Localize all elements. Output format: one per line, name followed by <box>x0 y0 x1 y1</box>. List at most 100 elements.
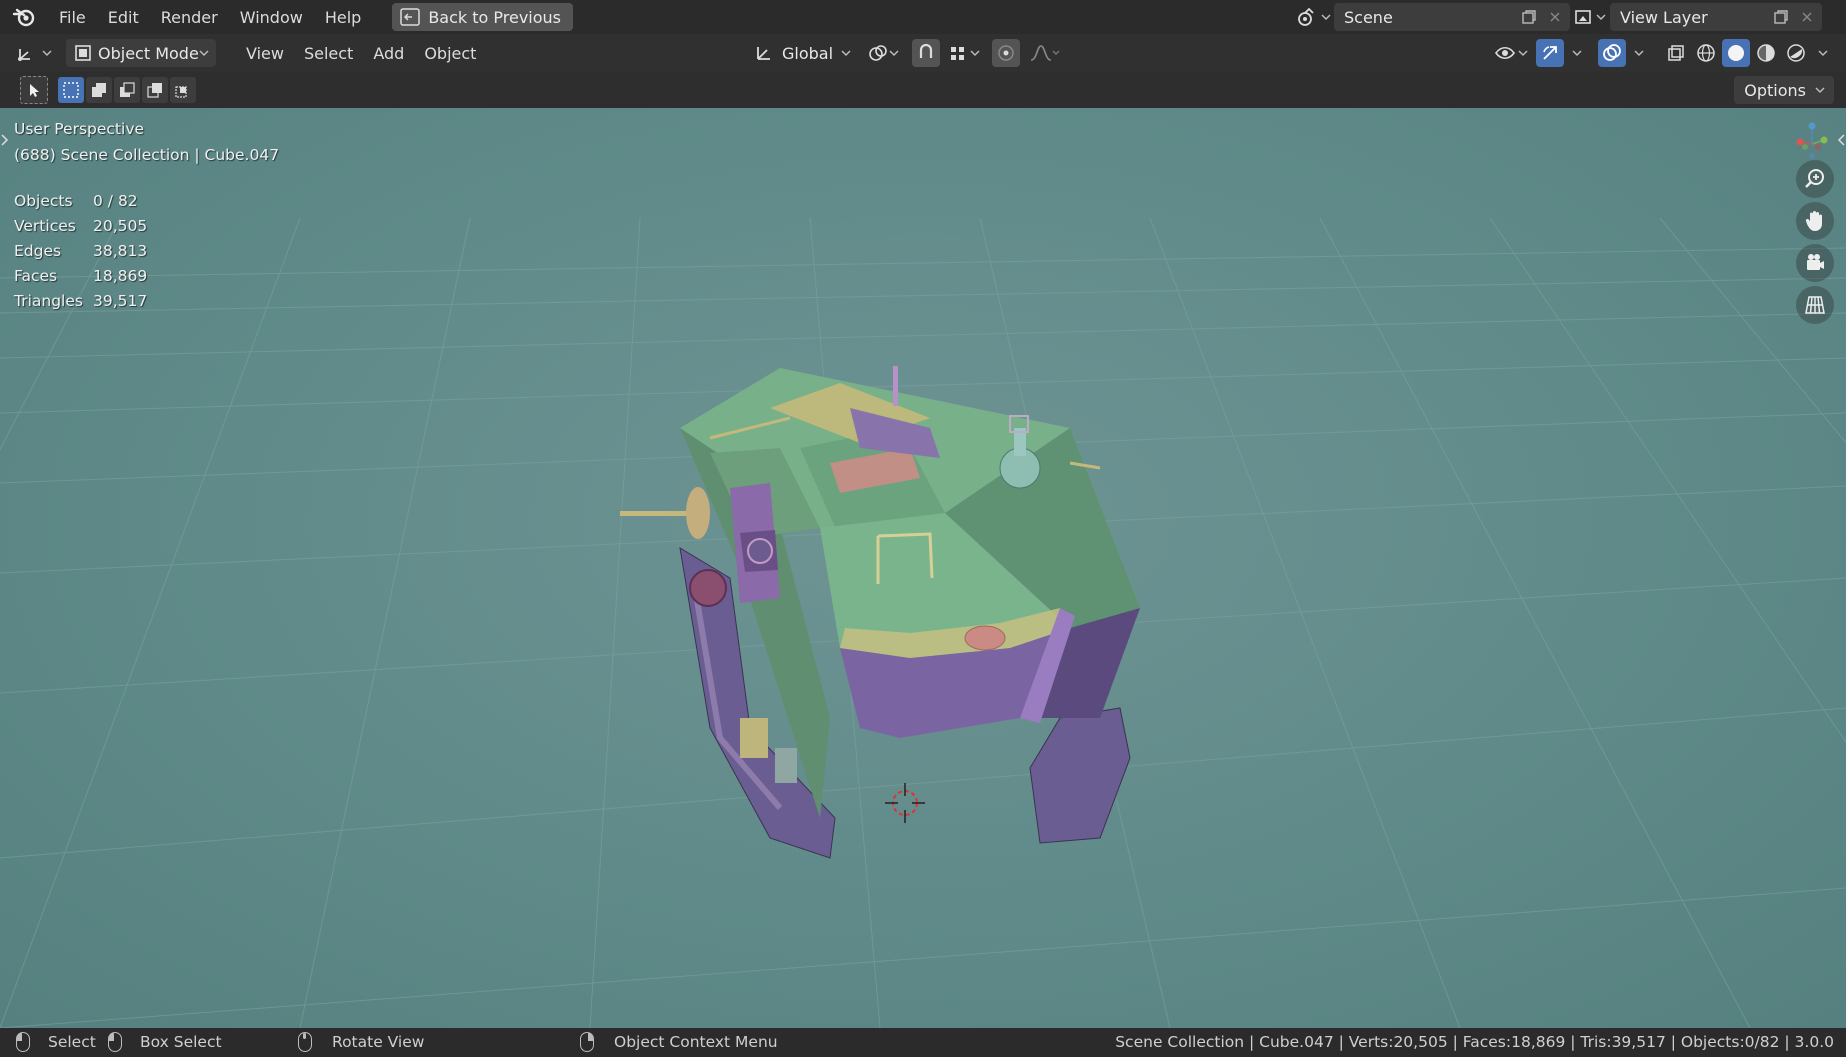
zoom-icon <box>1805 169 1824 188</box>
select-new-icon <box>63 82 79 98</box>
solid-shading-button[interactable] <box>1722 39 1750 67</box>
overlay-toggle[interactable] <box>1598 39 1626 67</box>
status-context-menu-label: Object Context Menu <box>614 1033 778 1051</box>
status-box-select-label: Box Select <box>140 1033 222 1051</box>
status-rotate-hint: Rotate View <box>298 1032 424 1052</box>
3d-cursor-icon <box>885 783 925 823</box>
stat-value: 39,517 <box>93 291 148 310</box>
menu-window[interactable]: Window <box>229 2 314 32</box>
snap-icon <box>919 43 933 58</box>
gizmo-icon <box>1543 46 1557 60</box>
chevron-down-icon <box>199 50 209 57</box>
view-layer-name-field[interactable]: View Layer <box>1610 3 1822 31</box>
pivot-point-button[interactable] <box>862 39 906 67</box>
stat-label: Objects <box>14 191 73 210</box>
options-label: Options <box>1744 80 1806 100</box>
active-tool-button[interactable] <box>20 76 48 104</box>
select-invert-icon <box>147 83 162 98</box>
menu-edit[interactable]: Edit <box>97 2 150 32</box>
new-scene-button[interactable] <box>1518 7 1540 27</box>
object-visibility-button[interactable] <box>1490 39 1534 67</box>
delete-view-layer-button[interactable] <box>1796 7 1818 27</box>
select-extend-icon <box>92 83 106 97</box>
header-menu-view[interactable]: View <box>236 44 294 63</box>
snap-toggle[interactable] <box>912 39 940 67</box>
perspective-toggle-button[interactable] <box>1796 286 1834 324</box>
menu-file[interactable]: File <box>48 2 97 32</box>
editor-type-button[interactable] <box>16 39 56 67</box>
rendered-shading-icon <box>1787 44 1805 62</box>
blender-logo-icon[interactable] <box>12 5 36 29</box>
falloff-curve-icon <box>1030 45 1060 61</box>
select-subtract-button[interactable] <box>114 77 140 103</box>
orientation-label: Global <box>782 43 834 63</box>
cursor-arrow-icon <box>30 84 39 97</box>
zoom-button[interactable] <box>1796 160 1834 198</box>
select-intersect-button[interactable] <box>170 77 196 103</box>
gizmo-dropdown[interactable] <box>1566 39 1588 67</box>
stat-row: Vertices 20,505 <box>14 213 147 238</box>
stat-row: Objects 0 / 82 <box>14 188 147 213</box>
proportional-falloff-button[interactable] <box>1026 39 1066 67</box>
scene-name-field[interactable]: Scene <box>1334 3 1570 31</box>
view-name: User Perspective <box>14 120 145 138</box>
snap-grid-icon <box>951 47 980 60</box>
new-view-layer-button[interactable] <box>1770 7 1792 27</box>
chevron-down-icon <box>1596 14 1606 21</box>
mode-label: Object Mode <box>98 43 199 63</box>
gizmo-toggle[interactable] <box>1536 39 1564 67</box>
xray-toggle[interactable] <box>1662 39 1690 67</box>
header-menu-add[interactable]: Add <box>363 44 414 63</box>
stat-row: Triangles 39,517 <box>14 288 147 313</box>
menu-help[interactable]: Help <box>314 2 372 32</box>
select-invert-button[interactable] <box>142 77 168 103</box>
overlay-icon <box>1603 44 1621 61</box>
close-icon <box>1802 12 1812 22</box>
status-context-menu-hint: Object Context Menu <box>580 1032 778 1052</box>
snap-target-button[interactable] <box>946 39 986 67</box>
editor-type-icon <box>18 49 30 61</box>
navigation-gizmo-icon[interactable] <box>1792 122 1832 162</box>
back-to-previous-button[interactable]: Back to Previous <box>392 3 574 31</box>
status-select-label: Select <box>48 1033 96 1051</box>
material-shading-button[interactable] <box>1752 39 1780 67</box>
header-menu-select[interactable]: Select <box>294 44 363 63</box>
3d-viewport[interactable]: User Perspective (688) Scene Collection … <box>0 108 1846 1028</box>
transform-orientation-dropdown[interactable]: Global <box>748 39 856 67</box>
select-extend-button[interactable] <box>86 77 112 103</box>
solid-shading-icon <box>1728 45 1744 61</box>
chevron-down-icon <box>42 50 52 57</box>
chevron-down-icon <box>1818 50 1828 57</box>
select-new-button[interactable] <box>58 77 84 103</box>
overlay-dropdown[interactable] <box>1628 39 1650 67</box>
chevron-down-icon <box>1572 50 1582 57</box>
options-dropdown[interactable]: Options <box>1734 76 1834 104</box>
proportional-edit-toggle[interactable] <box>992 39 1020 67</box>
tank-model[interactable] <box>600 298 1240 878</box>
left-panel-toggle[interactable] <box>0 130 10 150</box>
stat-row: Edges 38,813 <box>14 238 147 263</box>
pan-button[interactable] <box>1796 202 1834 240</box>
proportional-edit-icon <box>998 45 1014 61</box>
stat-value: 38,813 <box>93 241 148 260</box>
scene-icon <box>1298 7 1314 26</box>
pan-hand-icon <box>1805 211 1822 231</box>
menu-render[interactable]: Render <box>150 2 229 32</box>
scene-browse-button[interactable] <box>1294 3 1334 31</box>
view-layer-browse-button[interactable] <box>1570 3 1610 31</box>
stat-label: Faces <box>14 266 58 285</box>
stat-value: 20,505 <box>93 216 148 235</box>
mode-dropdown[interactable]: Object Mode <box>66 39 216 67</box>
duplicate-icon <box>1522 10 1536 24</box>
wireframe-shading-button[interactable] <box>1692 39 1720 67</box>
rendered-shading-button[interactable] <box>1782 39 1810 67</box>
shading-dropdown[interactable] <box>1812 39 1834 67</box>
delete-scene-button[interactable] <box>1544 7 1566 27</box>
header-menu-object[interactable]: Object <box>414 44 486 63</box>
chevron-down-icon <box>1634 50 1644 57</box>
view-layer-name-label: View Layer <box>1620 7 1708 27</box>
right-panel-toggle[interactable] <box>1836 130 1846 150</box>
view-layer-icon <box>1575 10 1591 24</box>
camera-view-button[interactable] <box>1796 244 1834 282</box>
mouse-drag-icon <box>108 1032 122 1052</box>
